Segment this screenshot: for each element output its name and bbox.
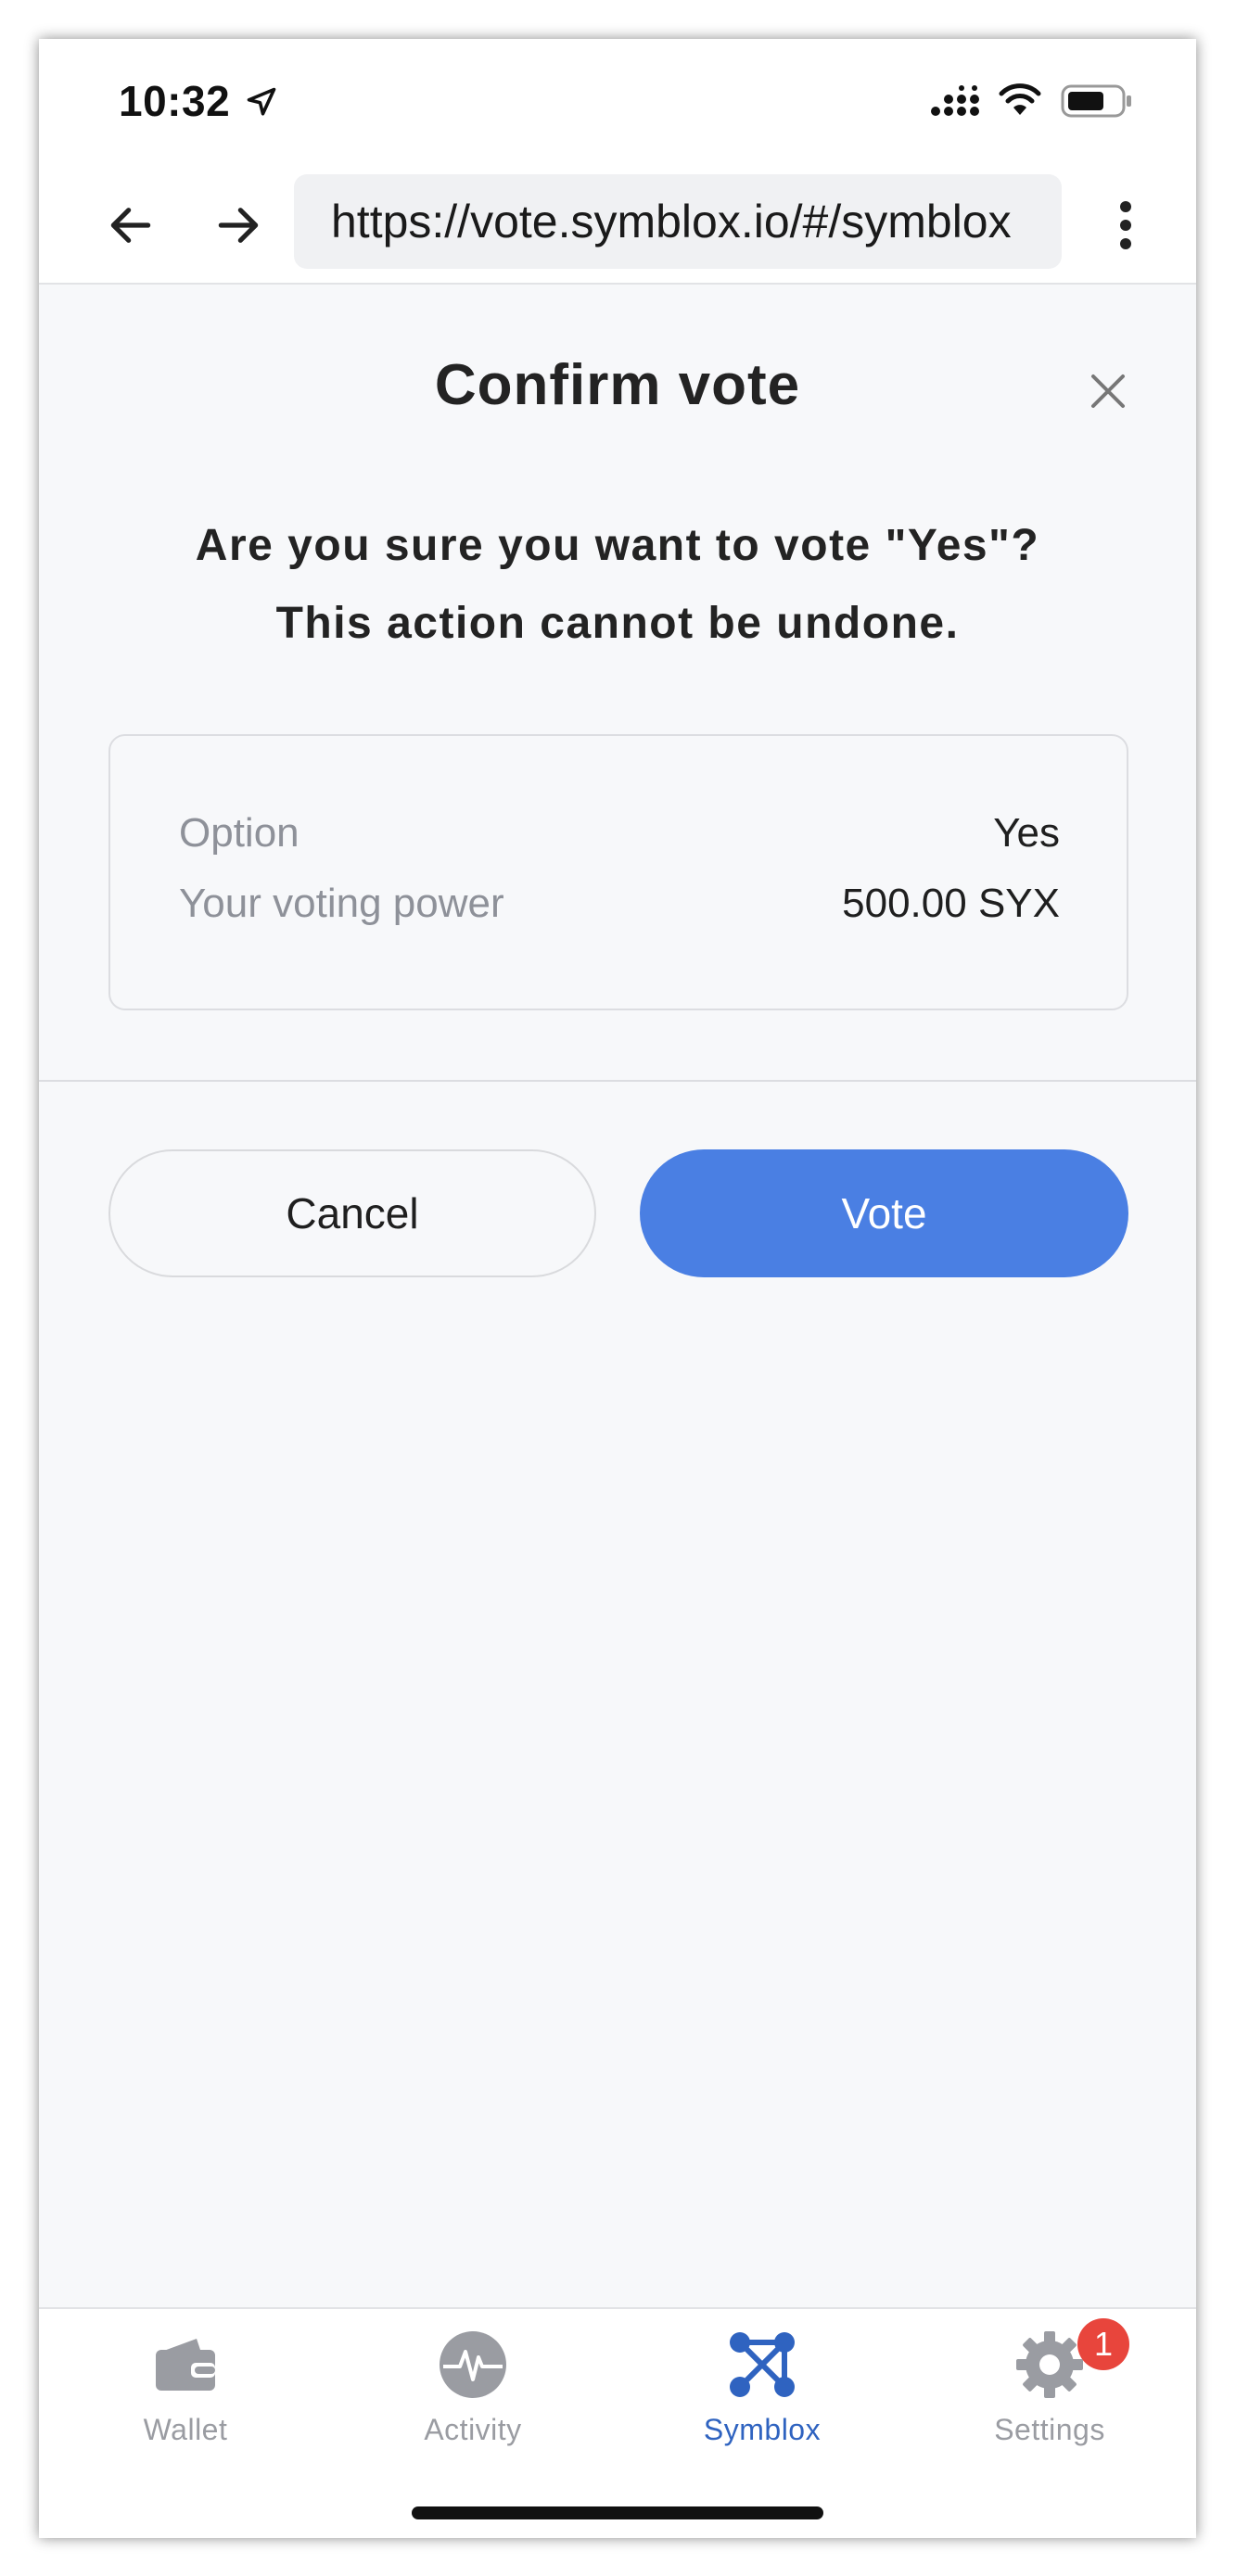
tab-symblox[interactable]: Symblox — [651, 2328, 873, 2457]
tab-settings[interactable]: 1 Settings — [938, 2318, 1161, 2457]
vote-summary-card: Option Yes Your voting power 500.00 SYX — [108, 734, 1128, 1010]
voting-power-value: 500.00 SYX — [842, 881, 1060, 926]
close-button[interactable] — [1082, 365, 1134, 417]
confirmation-line-1: Are you sure you want to vote "Yes"? — [195, 521, 1040, 570]
url-bar[interactable]: https://vote.symblox.io/#/symblox — [294, 174, 1062, 269]
option-label: Option — [179, 810, 299, 856]
voting-power-row: Your voting power 500.00 SYX — [179, 881, 1060, 927]
battery-icon — [1061, 84, 1131, 118]
tab-wallet-label: Wallet — [143, 2413, 228, 2446]
voting-power-label: Your voting power — [179, 881, 504, 926]
cellular-signal-icon — [931, 85, 979, 116]
notification-badge: 1 — [1077, 2318, 1129, 2370]
tab-activity-label: Activity — [424, 2413, 522, 2446]
forward-button[interactable] — [208, 195, 269, 256]
tab-settings-label: Settings — [994, 2413, 1105, 2446]
vertical-dots-icon — [1120, 201, 1131, 249]
phone-screen: 10:32 https://vote.symblox.io/#/symblox … — [39, 39, 1196, 2538]
arrow-right-icon — [218, 208, 259, 243]
activity-icon — [440, 2331, 506, 2398]
tab-wallet[interactable]: Wallet — [74, 2328, 297, 2457]
divider — [39, 1080, 1196, 1082]
confirmation-line-2: This action cannot be undone. — [275, 599, 960, 648]
wifi-icon — [999, 83, 1041, 115]
close-icon — [1091, 374, 1125, 408]
confirmation-message: Are you sure you want to vote "Yes"? Thi… — [113, 507, 1122, 663]
option-value: Yes — [993, 810, 1060, 856]
tab-symblox-label: Symblox — [703, 2413, 822, 2446]
bottom-tab-bar: Wallet Activity Symblox 1 Settings — [39, 2307, 1196, 2538]
option-row: Option Yes — [179, 810, 1060, 857]
cancel-button[interactable]: Cancel — [108, 1149, 596, 1277]
more-options-button[interactable] — [1098, 195, 1153, 256]
back-button[interactable] — [100, 195, 161, 256]
tab-activity[interactable]: Activity — [362, 2328, 584, 2457]
location-arrow-icon — [247, 87, 276, 116]
modal-title: Confirm vote — [434, 353, 801, 417]
gear-icon — [1016, 2331, 1083, 2398]
symblox-icon — [730, 2332, 795, 2397]
vote-button[interactable]: Vote — [640, 1149, 1128, 1277]
home-indicator — [412, 2506, 823, 2519]
arrow-left-icon — [110, 208, 151, 243]
wallet-icon — [156, 2339, 215, 2391]
browser-top-bar: 10:32 https://vote.symblox.io/#/symblox — [39, 39, 1196, 285]
status-time: 10:32 — [119, 77, 231, 125]
